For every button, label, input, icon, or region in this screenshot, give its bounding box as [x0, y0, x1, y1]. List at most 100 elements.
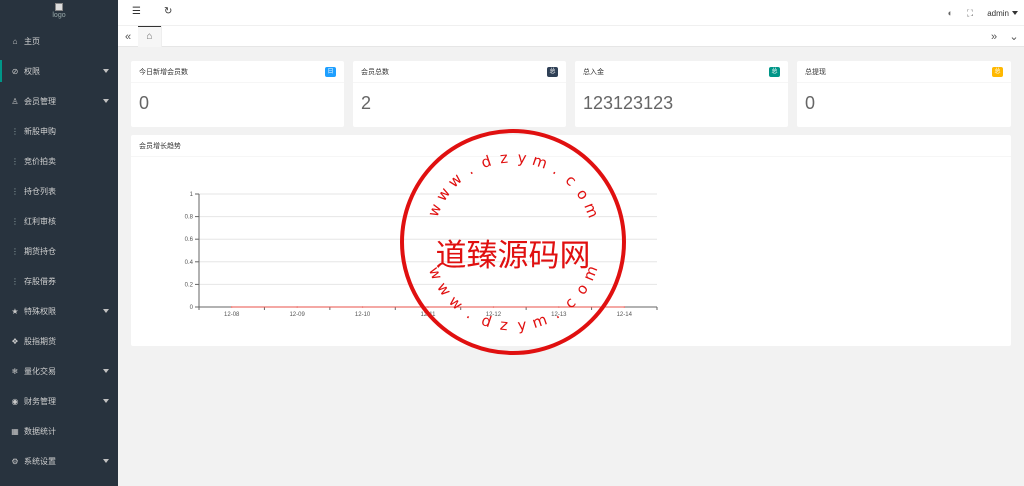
logo-alt-text: logo — [52, 12, 66, 19]
broken-image-icon — [55, 3, 63, 11]
tabs-dropdown-icon[interactable]: ⌄ — [1004, 26, 1024, 47]
sidebar-item-label: 股指期货 — [24, 336, 56, 346]
stat-card-title: 今日新增会员数 — [139, 68, 188, 76]
sidebar-item-1[interactable]: ⊘ 权限 — [0, 56, 118, 86]
sub-item-icon: ⋮ — [11, 276, 19, 286]
sub-item-icon: ⋮ — [11, 126, 19, 136]
stat-card-title: 总提现 — [805, 68, 826, 76]
sidebar-item-label: 主页 — [24, 36, 40, 46]
stamp-ring-char: . — [549, 305, 562, 323]
coin-icon: ◉ — [11, 396, 19, 406]
sidebar-item-14[interactable]: ⚙ 系统设置 — [0, 446, 118, 476]
sub-item-icon: ⋮ — [11, 216, 19, 226]
stamp-ring-char: . — [463, 305, 476, 323]
y-tick-label: 0.2 — [185, 282, 194, 288]
tab-home[interactable]: ⌂ — [138, 26, 162, 47]
sidebar-item-5[interactable]: ⋮ 持仓列表 — [0, 176, 118, 206]
user-icon: ♙ — [11, 96, 19, 106]
stamp-ring-char: w — [424, 201, 445, 219]
snowflake-icon: ❄ — [11, 366, 19, 376]
stamp-ring-char: y — [517, 316, 528, 335]
diamond-icon: ❖ — [11, 336, 19, 346]
stat-badge: 日 — [325, 67, 336, 77]
y-tick-label: 0.8 — [185, 215, 194, 221]
stamp-ring-char: . — [550, 161, 563, 179]
stamp-ring-char: z — [499, 316, 509, 335]
sidebar-item-8[interactable]: ⋮ 存股借券 — [0, 266, 118, 296]
y-tick-label: 0 — [190, 305, 194, 311]
sidebar-nav: ⌂ 主页 ⊘ 权限 ♙ 会员管理 ⋮ 新股申购 ⋮ 竞价拍卖 ⋮ 持仓列表 ⋮ 红利审核 ⋮ 期货持仓 ⋮ 存股借… — [0, 26, 118, 476]
y-tick-label: 1 — [190, 192, 194, 198]
sidebar-item-4[interactable]: ⋮ 竞价拍卖 — [0, 146, 118, 176]
logo[interactable]: logo — [0, 0, 118, 26]
sidebar-item-12[interactable]: ◉ 财务管理 — [0, 386, 118, 416]
sidebar: logo ⌂ 主页 ⊘ 权限 ♙ 会员管理 ⋮ 新股申购 ⋮ 竞价拍卖 ⋮ 持仓列表 ⋮ 红利审核 ⋮ 期货持… — [0, 0, 118, 486]
stat-card-value: 2 — [361, 93, 372, 113]
sidebar-item-label: 会员管理 — [24, 96, 56, 106]
x-tick-label: 12-08 — [224, 312, 240, 318]
stamp-ring-char: d — [479, 152, 494, 172]
user-menu[interactable]: admin — [987, 9, 1018, 18]
stat-badge: 总 — [769, 67, 780, 77]
sidebar-item-3[interactable]: ⋮ 新股申购 — [0, 116, 118, 146]
sidebar-item-label: 红利审核 — [24, 216, 56, 226]
stat-card-value: 0 — [805, 93, 816, 113]
stamp-ring-char: w — [444, 170, 465, 192]
theme-icon[interactable]: ◐ — [947, 8, 952, 18]
stat-card-value: 123123123 — [583, 93, 674, 113]
sidebar-item-11[interactable]: ❄ 量化交易 — [0, 356, 118, 386]
y-tick-label: 0.4 — [185, 260, 194, 266]
stamp-ring-char: m — [580, 200, 602, 220]
x-tick-label: 12-10 — [355, 312, 371, 318]
caret-down-icon — [103, 309, 109, 313]
sidebar-item-0[interactable]: ⌂ 主页 — [0, 26, 118, 56]
watermark-stamp: 道臻源码网www. d z y m .comwww. d z y m .com — [400, 129, 626, 355]
sidebar-item-10[interactable]: ❖ 股指期货 — [0, 326, 118, 356]
home-icon: ⌂ — [146, 31, 153, 42]
caret-down-icon — [1012, 11, 1018, 16]
sidebar-item-label: 持仓列表 — [24, 186, 56, 196]
stamp-ring-char: w — [432, 184, 454, 204]
sidebar-item-label: 权限 — [24, 66, 40, 76]
sub-item-icon: ⋮ — [11, 186, 19, 196]
sidebar-item-label: 财务管理 — [24, 396, 56, 406]
stat-card-title: 总入金 — [583, 68, 604, 76]
caret-down-icon — [103, 369, 109, 373]
stamp-ring-char: w — [425, 264, 446, 282]
sub-item-icon: ⋮ — [11, 246, 19, 256]
calendar-icon: ▦ — [11, 426, 19, 436]
gear-icon: ⚙ — [11, 456, 19, 466]
stamp-ring-char: m — [530, 151, 550, 173]
tabs-scroll-right-icon[interactable]: » — [984, 26, 1004, 47]
sidebar-item-2[interactable]: ♙ 会员管理 — [0, 86, 118, 116]
stamp-ring-char: o — [573, 185, 593, 203]
sidebar-item-label: 系统设置 — [24, 456, 56, 466]
sidebar-item-7[interactable]: ⋮ 期货持仓 — [0, 236, 118, 266]
caret-down-icon — [103, 459, 109, 463]
stamp-ring-char: w — [445, 292, 466, 314]
tabs-scroll-left-icon[interactable]: « — [118, 26, 138, 47]
stamp-center-text: 道臻源码网 — [436, 238, 591, 274]
stamp-ring-char: y — [517, 149, 528, 168]
menu-toggle-icon[interactable]: ☰ — [132, 6, 141, 17]
caret-down-icon — [103, 69, 109, 73]
tabs-bar: « ⌂ » ⌄ — [118, 26, 1024, 47]
refresh-icon[interactable]: ↻ — [164, 6, 172, 17]
sidebar-item-label: 特殊权限 — [24, 306, 56, 316]
stat-card-total-deposit: 总入金 总 123123123 — [575, 61, 788, 127]
stamp-ring-char: m — [530, 310, 550, 332]
caret-down-icon — [103, 99, 109, 103]
stat-card-total-withdraw: 总提现 总 0 — [797, 61, 1011, 127]
y-tick-label: 0.6 — [185, 237, 194, 243]
series-point — [296, 306, 298, 308]
sidebar-item-6[interactable]: ⋮ 红利审核 — [0, 206, 118, 236]
stat-card-total-members: 会员总数 总 2 — [353, 61, 566, 127]
fullscreen-icon[interactable]: ⛶ — [967, 8, 973, 19]
caret-down-icon — [103, 399, 109, 403]
stamp-ring-char: z — [499, 149, 509, 168]
star-icon: ★ — [11, 306, 19, 316]
sidebar-item-13[interactable]: ▦ 数据统计 — [0, 416, 118, 446]
home-icon: ⌂ — [12, 36, 18, 46]
sidebar-item-9[interactable]: ★ 特殊权限 — [0, 296, 118, 326]
stamp-ring-char: m — [579, 263, 601, 283]
